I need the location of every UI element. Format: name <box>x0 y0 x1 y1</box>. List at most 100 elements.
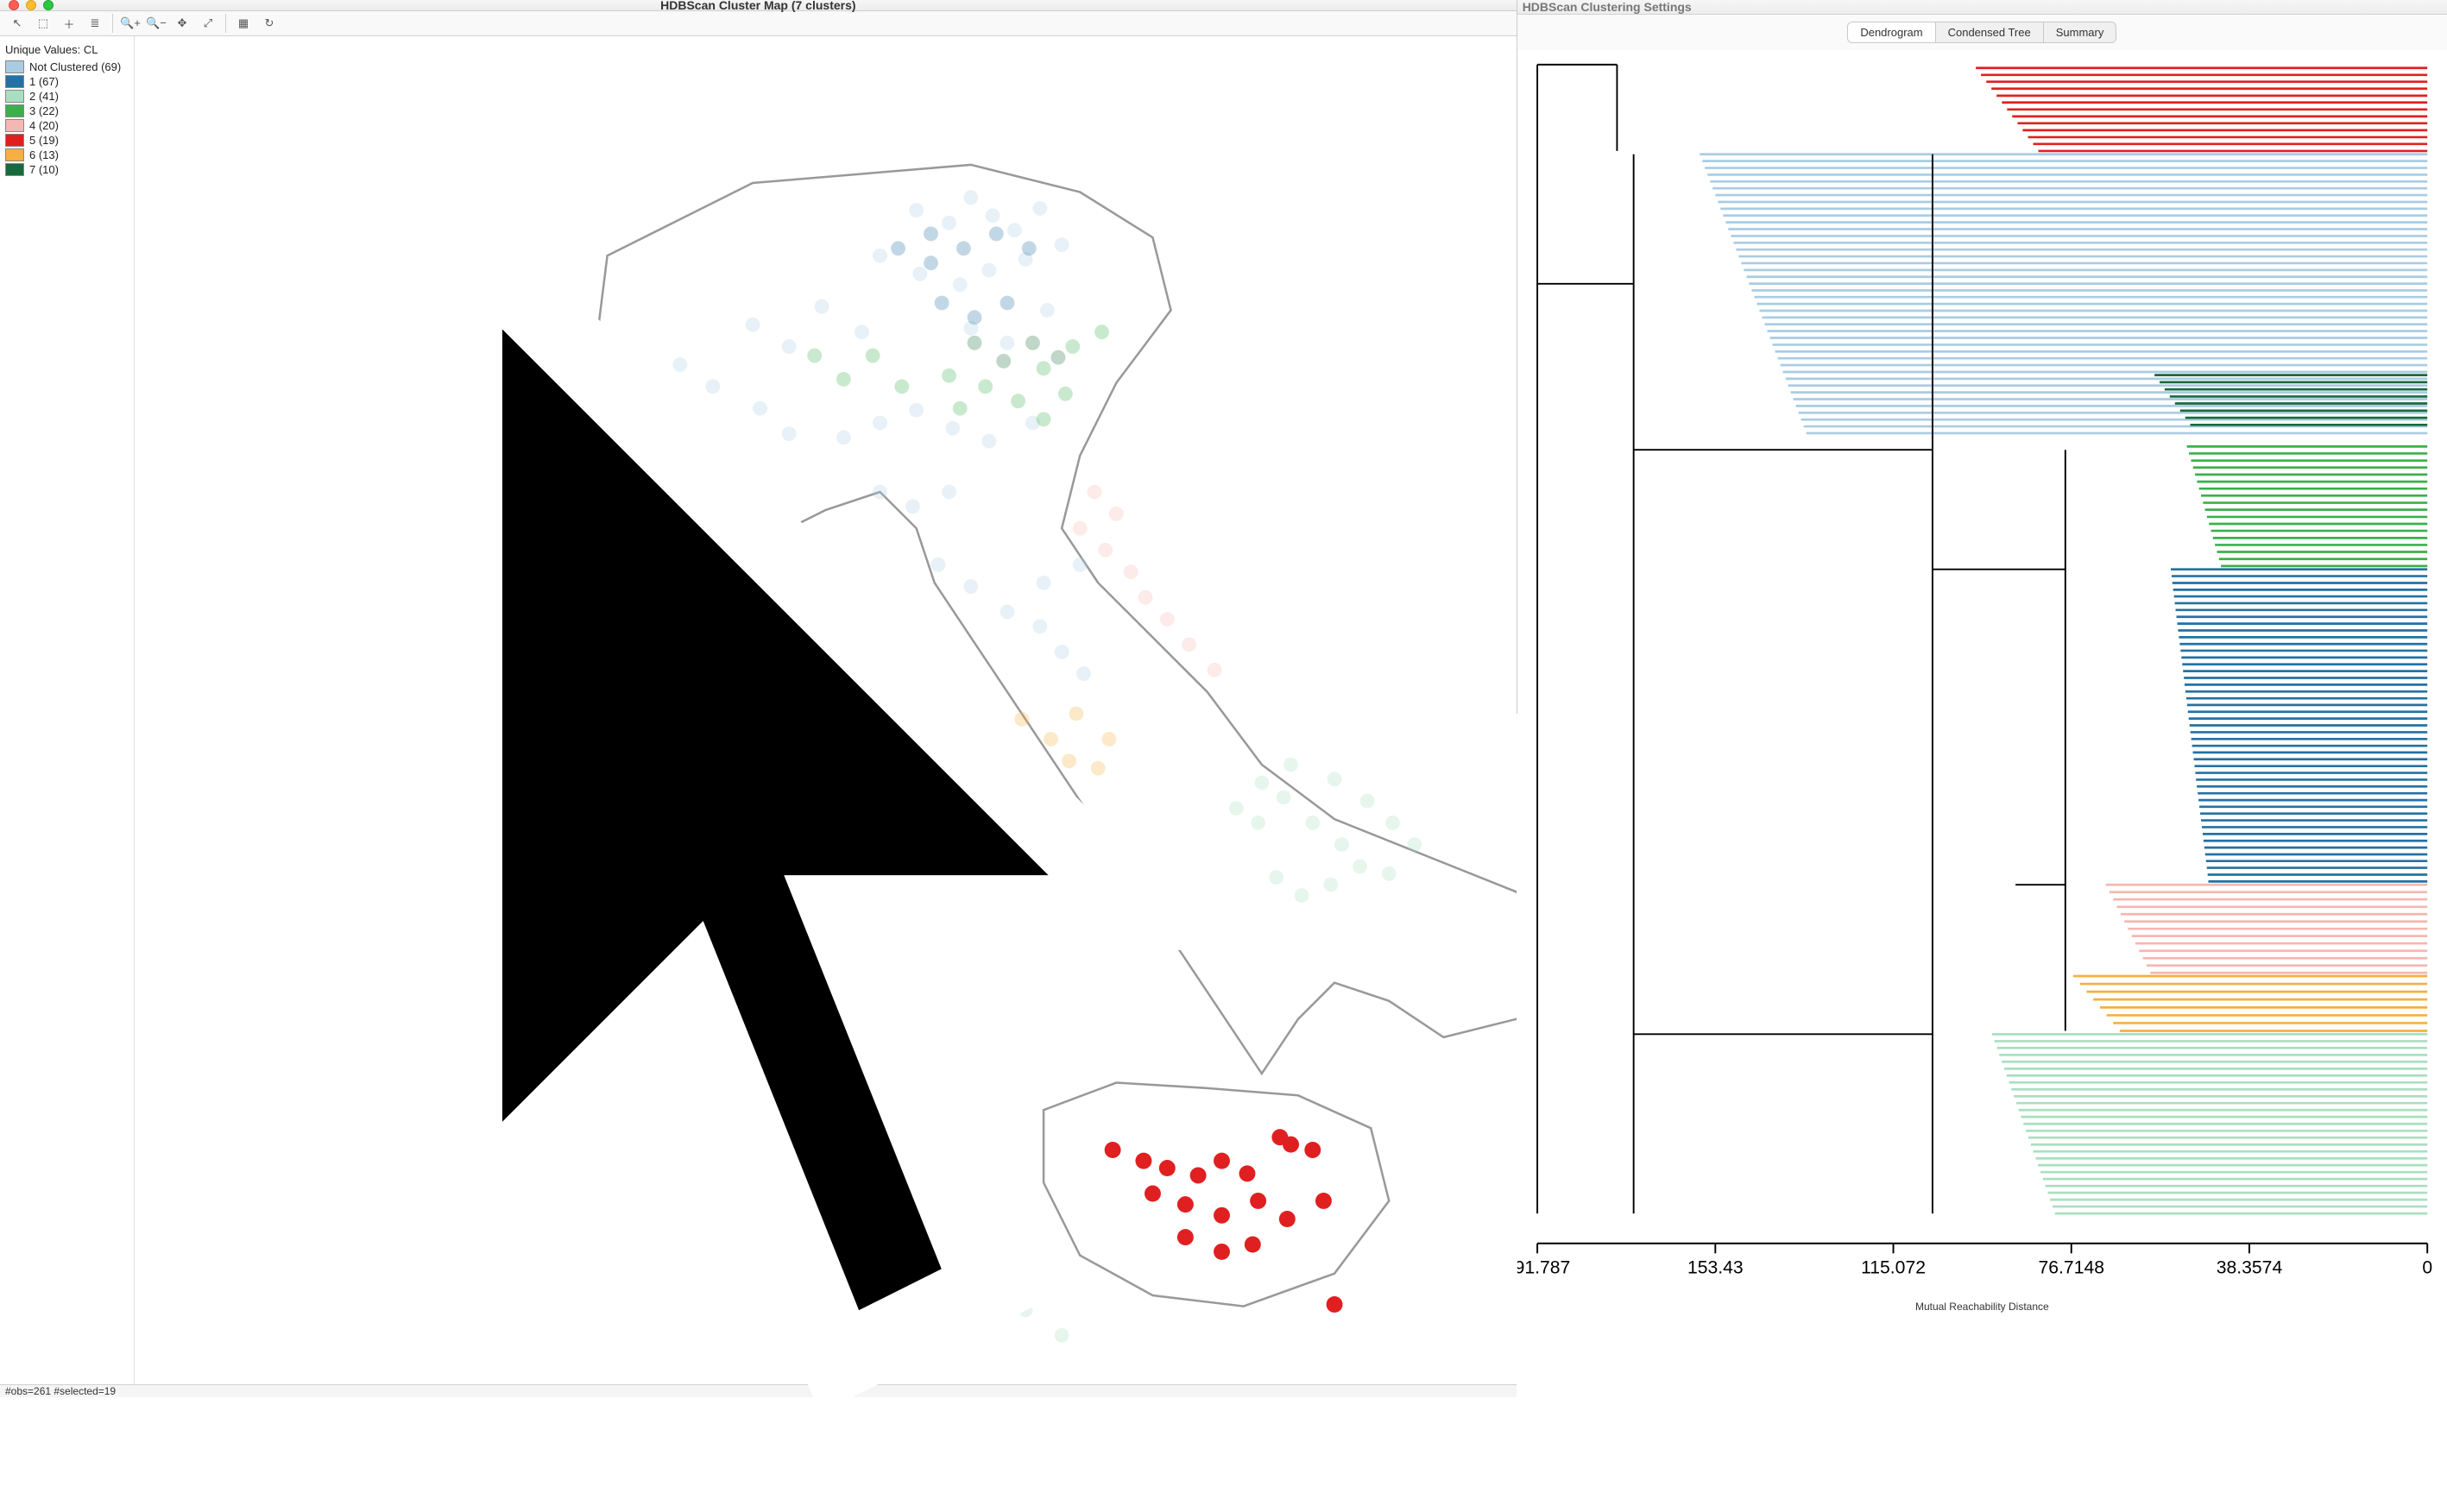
data-point[interactable] <box>782 339 797 354</box>
data-point[interactable] <box>981 434 996 449</box>
data-point[interactable] <box>1109 507 1124 521</box>
data-point[interactable] <box>1025 336 1040 350</box>
selected-data-point[interactable] <box>1304 1142 1321 1158</box>
selected-data-point[interactable] <box>1214 1207 1230 1224</box>
zoom-in-icon[interactable]: 🔍+ <box>118 11 142 35</box>
data-point[interactable] <box>1037 576 1051 590</box>
data-point[interactable] <box>782 426 797 441</box>
data-point[interactable] <box>909 203 924 217</box>
legend-item[interactable]: 7 (10) <box>3 162 130 177</box>
data-point[interactable] <box>1254 776 1269 791</box>
data-point[interactable] <box>942 216 956 230</box>
data-point[interactable] <box>1055 237 1069 252</box>
data-point[interactable] <box>894 379 909 394</box>
data-point[interactable] <box>1032 619 1047 633</box>
data-point[interactable] <box>1229 801 1244 816</box>
data-point[interactable] <box>963 579 978 594</box>
data-point[interactable] <box>855 324 869 339</box>
data-point[interactable] <box>1019 1302 1033 1317</box>
select-rect-icon[interactable]: ⬚ <box>31 11 55 35</box>
map-canvas[interactable] <box>135 36 1517 1384</box>
data-point[interactable] <box>1044 732 1058 747</box>
legend-item[interactable]: 3 (22) <box>3 104 130 118</box>
data-point[interactable] <box>873 485 887 500</box>
data-point[interactable] <box>1269 870 1283 885</box>
data-point[interactable] <box>909 403 924 418</box>
data-point[interactable] <box>1328 772 1342 786</box>
data-point[interactable] <box>1062 753 1076 768</box>
data-point[interactable] <box>1360 794 1375 809</box>
data-point[interactable] <box>1101 732 1116 747</box>
data-point[interactable] <box>956 241 971 255</box>
selected-data-point[interactable] <box>1245 1237 1261 1253</box>
extent-icon[interactable]: ⤢ <box>196 11 220 35</box>
data-point[interactable] <box>1069 707 1084 721</box>
data-point[interactable] <box>989 227 1004 242</box>
data-point[interactable] <box>945 421 960 436</box>
data-point[interactable] <box>836 430 851 444</box>
data-point[interactable] <box>815 299 829 314</box>
selected-data-point[interactable] <box>1145 1186 1161 1202</box>
legend-item[interactable]: 6 (13) <box>3 148 130 162</box>
data-point[interactable] <box>953 278 968 293</box>
selected-data-point[interactable] <box>1159 1160 1176 1176</box>
data-point[interactable] <box>1385 816 1400 830</box>
data-point[interactable] <box>753 401 767 416</box>
data-point[interactable] <box>1055 645 1069 659</box>
selected-data-point[interactable] <box>1214 1153 1230 1169</box>
data-point[interactable] <box>953 401 968 416</box>
selected-data-point[interactable] <box>1135 1153 1151 1169</box>
dendrogram-canvas[interactable]: 191.787153.43115.07276.714838.35740 Mutu… <box>1517 50 2447 1314</box>
data-point[interactable] <box>1000 605 1015 620</box>
selected-data-point[interactable] <box>1239 1165 1255 1181</box>
legend-item[interactable]: Not Clustered (69) <box>3 60 130 74</box>
crosshair-icon[interactable]: ＋ <box>57 11 81 35</box>
data-point[interactable] <box>1334 837 1349 852</box>
data-point[interactable] <box>981 263 996 278</box>
data-point[interactable] <box>1065 339 1080 354</box>
data-point[interactable] <box>1283 758 1298 772</box>
data-point[interactable] <box>986 208 1000 223</box>
selected-data-point[interactable] <box>1177 1196 1194 1213</box>
data-point[interactable] <box>873 249 887 263</box>
data-point[interactable] <box>1055 1328 1069 1343</box>
data-point[interactable] <box>705 379 720 394</box>
data-point[interactable] <box>1160 612 1175 627</box>
data-point[interactable] <box>1037 412 1051 426</box>
data-point[interactable] <box>1138 590 1153 605</box>
data-point[interactable] <box>1182 638 1196 652</box>
data-point[interactable] <box>912 267 927 281</box>
selected-data-point[interactable] <box>1190 1167 1207 1183</box>
legend-item[interactable]: 5 (19) <box>3 133 130 148</box>
data-point[interactable] <box>1007 223 1022 237</box>
data-point[interactable] <box>924 227 938 242</box>
data-point[interactable] <box>1076 666 1091 681</box>
data-point[interactable] <box>1124 564 1138 579</box>
selected-data-point[interactable] <box>1214 1244 1230 1260</box>
data-point[interactable] <box>1091 761 1106 776</box>
data-point[interactable] <box>746 318 760 332</box>
data-point[interactable] <box>836 372 851 387</box>
data-point[interactable] <box>942 369 956 383</box>
data-point[interactable] <box>978 379 993 394</box>
legend-item[interactable]: 4 (20) <box>3 118 130 133</box>
tab-dendrogram[interactable]: Dendrogram <box>1848 22 1935 42</box>
data-point[interactable] <box>931 558 946 572</box>
data-point[interactable] <box>1277 790 1291 804</box>
data-point[interactable] <box>1305 816 1320 830</box>
data-point[interactable] <box>963 190 978 205</box>
data-point[interactable] <box>924 255 938 270</box>
data-point[interactable] <box>1407 837 1422 852</box>
data-point[interactable] <box>1032 201 1047 216</box>
data-point[interactable] <box>659 444 673 459</box>
data-point[interactable] <box>1037 361 1051 375</box>
data-point[interactable] <box>1088 485 1102 500</box>
data-point[interactable] <box>905 499 920 513</box>
selected-data-point[interactable] <box>1315 1193 1332 1209</box>
data-point[interactable] <box>1058 387 1073 401</box>
selected-data-point[interactable] <box>1279 1211 1296 1227</box>
pan-icon[interactable]: ✥ <box>170 11 194 35</box>
data-point[interactable] <box>807 349 822 363</box>
data-point[interactable] <box>1073 558 1088 572</box>
data-point[interactable] <box>1022 241 1037 255</box>
